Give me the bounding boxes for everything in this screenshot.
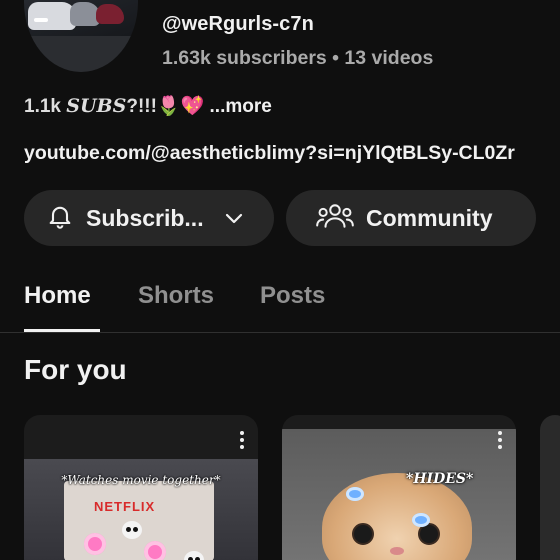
description-more-link[interactable]: ...more [210, 96, 272, 117]
subscribed-button[interactable]: Subscrib... [24, 190, 274, 246]
flower-sticker [144, 541, 166, 560]
avatar-car [96, 4, 124, 24]
channel-description[interactable]: 1.1k SUBS?!!!🌷💖 ...more [24, 94, 272, 118]
video-thumbnail: NETFLIX *Watches movie together* [24, 459, 258, 560]
video-thumbnail: *HIDES* [282, 429, 516, 560]
tv-logo-text: NETFLIX [94, 499, 156, 514]
description-count: 1.1k [24, 96, 61, 117]
active-tab-indicator [24, 329, 100, 332]
avatar-headlight [34, 18, 48, 22]
channel-handle: @weRgurls-c7n [162, 13, 314, 35]
video-card-partial[interactable] [540, 415, 560, 560]
panda-sticker [122, 521, 142, 539]
bell-icon [46, 202, 74, 235]
channel-link[interactable]: youtube.com/@aestheticblimy?si=njYlQtBLS… [24, 142, 515, 165]
cat-eye [352, 523, 374, 545]
flower-sticker [84, 533, 106, 555]
bow-sticker [346, 487, 364, 501]
description-subs: SUBS [66, 95, 127, 117]
tab-shorts[interactable]: Shorts [138, 282, 214, 310]
video-card[interactable]: *HIDES* [282, 415, 516, 560]
community-button[interactable]: Community [286, 190, 536, 246]
section-title: For you [24, 354, 127, 385]
video-card[interactable]: NETFLIX *Watches movie together* [24, 415, 258, 560]
more-vert-icon[interactable] [498, 431, 502, 449]
channel-stats: 1.63k subscribers • 13 videos [162, 47, 434, 69]
bow-sticker [412, 513, 430, 527]
avatar-road [24, 36, 138, 72]
more-vert-icon[interactable] [240, 431, 244, 449]
chevron-down-icon [222, 206, 246, 230]
thumbnail-caption: *HIDES* [406, 471, 474, 487]
community-icon [316, 201, 354, 236]
avatar-car [28, 2, 76, 30]
community-label: Community [366, 204, 493, 231]
channel-tabs: Home Shorts Posts [0, 264, 560, 333]
description-emoji: ?!!!🌷💖 [126, 96, 205, 117]
cat-nose [390, 547, 404, 555]
tab-posts[interactable]: Posts [260, 282, 325, 310]
tab-home[interactable]: Home [24, 282, 91, 310]
thumbnail-caption: *Watches movie together* [61, 473, 221, 487]
channel-avatar[interactable] [24, 0, 138, 72]
subscribed-label: Subscrib... [86, 204, 204, 231]
